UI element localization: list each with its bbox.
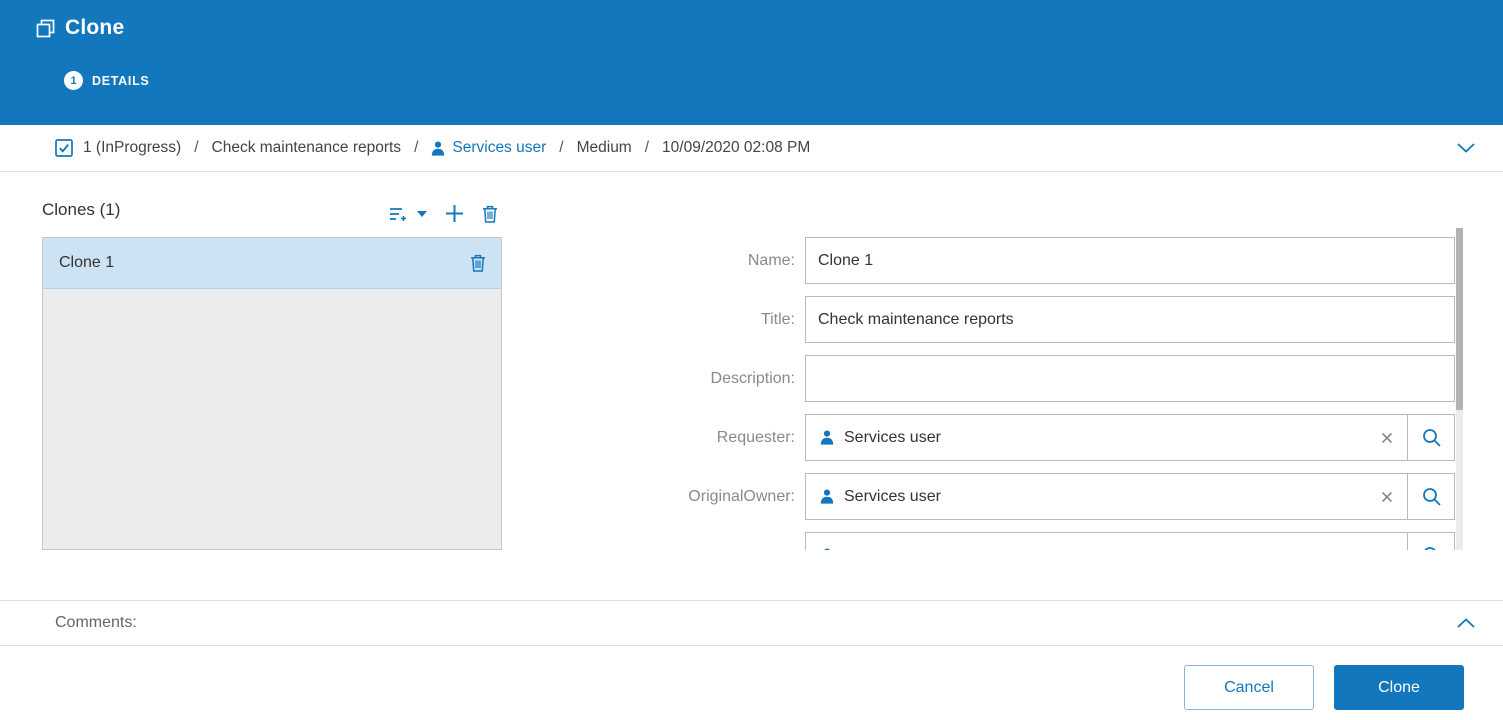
clones-panel-header: Clones (1) [42,200,502,237]
clones-panel-title: Clones (1) [42,200,120,220]
clear-requester-icon[interactable] [1379,430,1395,446]
clone-list-item[interactable]: Clone 1 [43,238,501,289]
dialog-footer: Cancel Clone [0,646,1503,710]
form-row-name: Name: [502,237,1455,284]
clone-list: Clone 1 [42,237,502,550]
step-number-badge: 1 [64,71,83,90]
form-row-title: Title: [502,296,1455,343]
task-check-icon [55,139,73,157]
filter-clones-icon[interactable] [387,204,409,224]
main-content: Clones (1) [0,172,1503,550]
person-icon [431,141,445,156]
form-viewport: Name: Title: Description: [502,237,1455,550]
filter-dropdown-caret-icon[interactable] [415,209,429,219]
breadcrumb-separator: / [194,139,198,157]
form-scrollbar[interactable] [1456,228,1463,550]
requester-label: Requester: [502,429,795,447]
search-originalowner-button[interactable] [1407,473,1455,520]
clone-form: Name: Title: Description: [502,200,1503,550]
breadcrumb-separator: / [559,139,563,157]
name-input[interactable] [805,237,1455,284]
search-requester-button[interactable] [1407,414,1455,461]
comments-section: Comments: [0,600,1503,646]
form-row-originalowner: OriginalOwner: Services user [502,473,1455,520]
assignee-name: Services user [452,139,546,157]
assignee-link[interactable]: Services user [431,139,546,157]
task-name: Check maintenance reports [212,139,402,157]
wizard-step-details[interactable]: 1 DETAILS [64,71,1503,90]
cancel-button[interactable]: Cancel [1184,665,1314,710]
case-priority: Medium [577,139,632,157]
originalowner-label: OriginalOwner: [502,488,795,506]
search-partial-button[interactable] [1407,532,1455,550]
delete-clone-item-icon[interactable] [468,252,488,274]
form-row-description: Description: [502,355,1455,402]
clones-toolbar [387,200,500,225]
dialog-title-row: Clone [36,0,1503,40]
form-row-requester: Requester: Services user [502,414,1455,461]
case-info-bar: 1 (InProgress) / Check maintenance repor… [0,125,1503,172]
delete-clones-icon[interactable] [480,203,500,225]
collapse-comments-icon[interactable] [1457,618,1475,628]
case-number: 1 (InProgress) [83,139,181,157]
clone-item-label: Clone 1 [59,254,114,272]
originalowner-picker[interactable]: Services user [805,473,1408,520]
form-scrollbar-thumb[interactable] [1456,228,1463,410]
breadcrumb-separator: / [645,139,649,157]
clone-icon [36,19,55,38]
clone-dialog: Clone 1 DETAILS 1 (InProgress) / Check m… [0,0,1503,710]
dialog-title: Clone [65,16,124,40]
requester-value: Services user [844,429,1369,447]
requester-picker[interactable]: Services user [805,414,1408,461]
add-clone-icon[interactable] [443,202,466,225]
originalowner-value: Services user [844,488,1369,506]
person-icon [820,430,834,445]
dialog-header: Clone 1 DETAILS [0,0,1503,125]
title-input[interactable] [805,296,1455,343]
person-icon [820,548,834,550]
breadcrumb-separator: / [414,139,418,157]
clear-originalowner-icon[interactable] [1379,489,1395,505]
description-input[interactable] [805,355,1455,402]
collapse-case-info-icon[interactable] [1457,143,1475,153]
step-label: DETAILS [92,74,149,88]
person-icon [820,489,834,504]
name-label: Name: [502,252,795,270]
title-label: Title: [502,311,795,329]
clone-button[interactable]: Clone [1334,665,1464,710]
form-row-partial [502,532,1455,550]
clones-panel: Clones (1) [42,200,502,550]
case-datetime: 10/09/2020 02:08 PM [662,139,810,157]
partial-user-picker[interactable] [805,532,1408,550]
comments-label: Comments: [55,614,137,632]
clear-partial-icon[interactable] [1379,548,1395,551]
description-label: Description: [502,370,795,388]
